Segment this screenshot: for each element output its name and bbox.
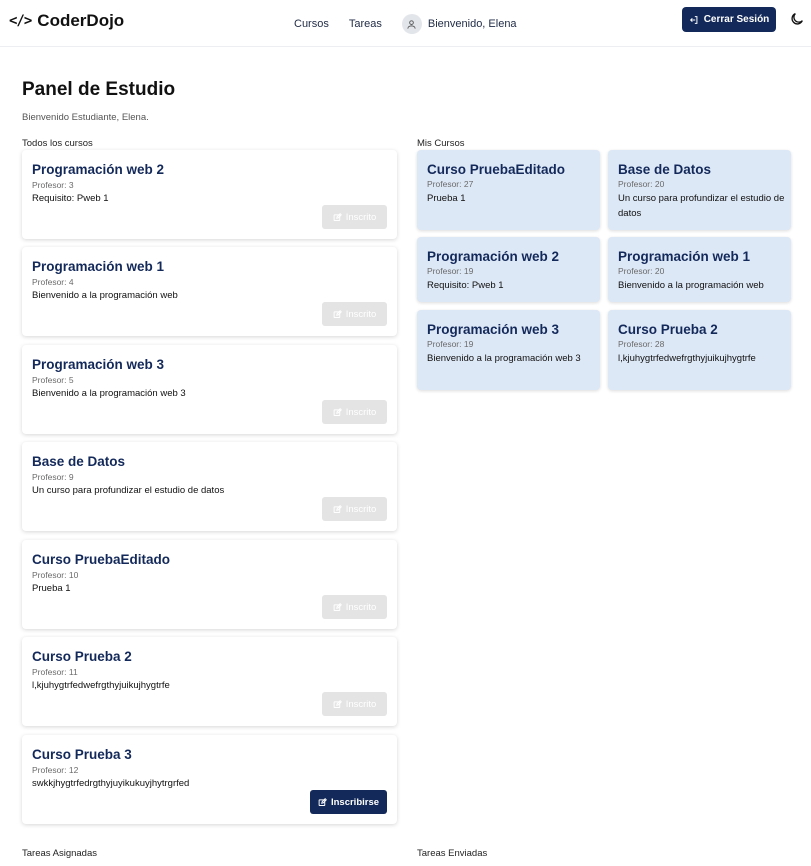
course-professor: Profesor: 11 bbox=[32, 667, 78, 677]
my-course-card[interactable]: Programación web 2 Profesor: 19 Requisito:… bbox=[417, 237, 600, 302]
edit-square-icon bbox=[333, 504, 342, 514]
course-card: Curso PruebaEditado Profesor: 10 Prueba 1 I… bbox=[22, 540, 397, 629]
enroll-button[interactable]: Inscribirse bbox=[310, 790, 387, 814]
my-course-card[interactable]: Base de Datos Profesor: 20 Un curso para p… bbox=[608, 150, 791, 230]
my-course-title: Base de Datos bbox=[618, 162, 712, 177]
course-professor: Profesor: 10 bbox=[32, 570, 79, 580]
button-label: Inscrito bbox=[345, 406, 377, 418]
course-description: l,kjuhygtrfedwefrgthyjuikujhygtrfe bbox=[32, 680, 170, 691]
edit-square-icon bbox=[333, 602, 342, 612]
course-title: Base de Datos bbox=[32, 454, 126, 469]
nav-links: Cursos Tareas Bienvenido, Elena bbox=[294, 14, 517, 34]
course-title: Programación web 2 bbox=[32, 162, 165, 177]
course-description: swkkjhygtrfedrgthyjuyikukuyjhytrgrfed bbox=[32, 778, 190, 789]
code-icon: </> bbox=[9, 13, 32, 29]
course-description: Un curso para profundizar el estudio de … bbox=[32, 485, 225, 496]
course-professor: Profesor: 9 bbox=[32, 472, 74, 482]
course-card: Curso Prueba 2 Profesor: 11 l,kjuhygtrfedw… bbox=[22, 637, 397, 726]
edit-square-icon bbox=[318, 797, 327, 807]
my-course-professor: Profesor: 20 bbox=[618, 179, 665, 189]
my-courses-heading: Mis Cursos bbox=[417, 138, 465, 149]
enrolled-button[interactable]: Inscrito bbox=[322, 400, 387, 424]
logout-label: Cerrar Sesión bbox=[703, 14, 770, 25]
button-label: Inscrito bbox=[345, 698, 377, 710]
course-card: Programación web 3 Profesor: 5 Bienvenido … bbox=[22, 345, 397, 434]
my-course-description: Bienvenido a la programación web bbox=[618, 280, 764, 291]
course-professor: Profesor: 12 bbox=[32, 765, 79, 775]
user-icon bbox=[401, 14, 422, 34]
nav-link-tareas[interactable]: Tareas bbox=[349, 18, 382, 30]
course-professor: Profesor: 5 bbox=[32, 375, 74, 385]
button-label: Inscrito bbox=[345, 601, 377, 613]
my-course-description: l,kjuhygtrfedwefrgthyjuikujhygtrfe bbox=[618, 353, 756, 364]
my-course-title: Curso Prueba 2 bbox=[618, 322, 718, 337]
edit-square-icon bbox=[333, 407, 342, 417]
enrolled-button[interactable]: Inscrito bbox=[322, 692, 387, 716]
enrolled-button[interactable]: Inscrito bbox=[322, 595, 387, 619]
my-course-professor: Profesor: 20 bbox=[618, 266, 665, 276]
page-title: Panel de Estudio bbox=[22, 79, 176, 100]
my-course-description: Bienvenido a la programación web 3 bbox=[427, 353, 581, 364]
my-course-professor: Profesor: 28 bbox=[618, 339, 665, 349]
user-welcome: Bienvenido, Elena bbox=[401, 14, 517, 34]
course-title: Curso PruebaEditado bbox=[32, 552, 171, 567]
my-course-title: Programación web 2 bbox=[427, 249, 560, 264]
assigned-tasks-heading: Tareas Asignadas bbox=[22, 848, 97, 859]
logout-button[interactable]: Cerrar Sesión bbox=[682, 7, 776, 32]
button-label: Inscrito bbox=[345, 503, 377, 515]
my-course-description: Un curso para profundizar el estudio de … bbox=[618, 193, 785, 219]
button-label: Inscrito bbox=[345, 211, 377, 223]
my-course-title: Programación web 1 bbox=[618, 249, 751, 264]
all-courses-heading: Todos los cursos bbox=[22, 138, 93, 149]
edit-square-icon bbox=[333, 212, 342, 222]
my-course-card[interactable]: Curso PruebaEditado Profesor: 27 Prueba 1 bbox=[417, 150, 600, 230]
page-subtitle: Bienvenido Estudiante, Elena. bbox=[22, 112, 149, 123]
course-card: Curso Prueba 3 Profesor: 12 swkkjhygtrfedr… bbox=[22, 735, 397, 824]
nav-link-cursos[interactable]: Cursos bbox=[294, 18, 329, 30]
course-title: Programación web 3 bbox=[32, 357, 165, 372]
course-title: Programación web 1 bbox=[32, 259, 165, 274]
top-navbar: </> CoderDojo Cursos Tareas Bienvenido, … bbox=[0, 0, 811, 47]
course-description: Bienvenido a la programación web bbox=[32, 290, 178, 301]
course-description: Requisito: Pweb 1 bbox=[32, 193, 109, 204]
brand[interactable]: </> CoderDojo bbox=[9, 11, 124, 31]
edit-square-icon bbox=[333, 309, 342, 319]
my-course-card[interactable]: Curso Prueba 2 Profesor: 28 l,kjuhygtrfedw… bbox=[608, 310, 791, 390]
my-course-title: Curso PruebaEditado bbox=[427, 162, 566, 177]
my-course-description: Requisito: Pweb 1 bbox=[427, 280, 504, 291]
my-course-professor: Profesor: 27 bbox=[427, 179, 474, 189]
enrolled-button[interactable]: Inscrito bbox=[322, 497, 387, 521]
course-professor: Profesor: 4 bbox=[32, 277, 74, 287]
course-description: Prueba 1 bbox=[32, 583, 71, 594]
my-course-description: Prueba 1 bbox=[427, 193, 466, 204]
my-course-card[interactable]: Programación web 3 Profesor: 19 Bienvenido… bbox=[417, 310, 600, 390]
moon-icon[interactable] bbox=[789, 11, 805, 27]
edit-square-icon bbox=[333, 699, 342, 709]
welcome-text: Bienvenido, Elena bbox=[427, 18, 517, 30]
course-title: Curso Prueba 3 bbox=[32, 747, 132, 762]
enrolled-button[interactable]: Inscrito bbox=[322, 302, 387, 326]
sent-tasks-heading: Tareas Enviadas bbox=[417, 848, 488, 859]
course-card: Programación web 2 Profesor: 3 Requisito: … bbox=[22, 150, 397, 239]
course-title: Curso Prueba 2 bbox=[32, 649, 132, 664]
my-course-professor: Profesor: 19 bbox=[427, 339, 474, 349]
my-course-professor: Profesor: 19 bbox=[427, 266, 474, 276]
button-label: Inscribirse bbox=[330, 796, 380, 808]
enrolled-button[interactable]: Inscrito bbox=[322, 205, 387, 229]
course-professor: Profesor: 3 bbox=[32, 180, 74, 190]
course-card: Programación web 1 Profesor: 4 Bienvenido … bbox=[22, 247, 397, 336]
brand-name: CoderDojo bbox=[37, 11, 125, 30]
course-description: Bienvenido a la programación web 3 bbox=[32, 388, 186, 399]
logout-icon bbox=[689, 15, 699, 25]
my-course-card[interactable]: Programación web 1 Profesor: 20 Bienvenido… bbox=[608, 237, 791, 302]
button-label: Inscrito bbox=[345, 308, 377, 320]
my-course-title: Programación web 3 bbox=[427, 322, 560, 337]
course-card: Base de Datos Profesor: 9 Un curso para pr… bbox=[22, 442, 397, 531]
